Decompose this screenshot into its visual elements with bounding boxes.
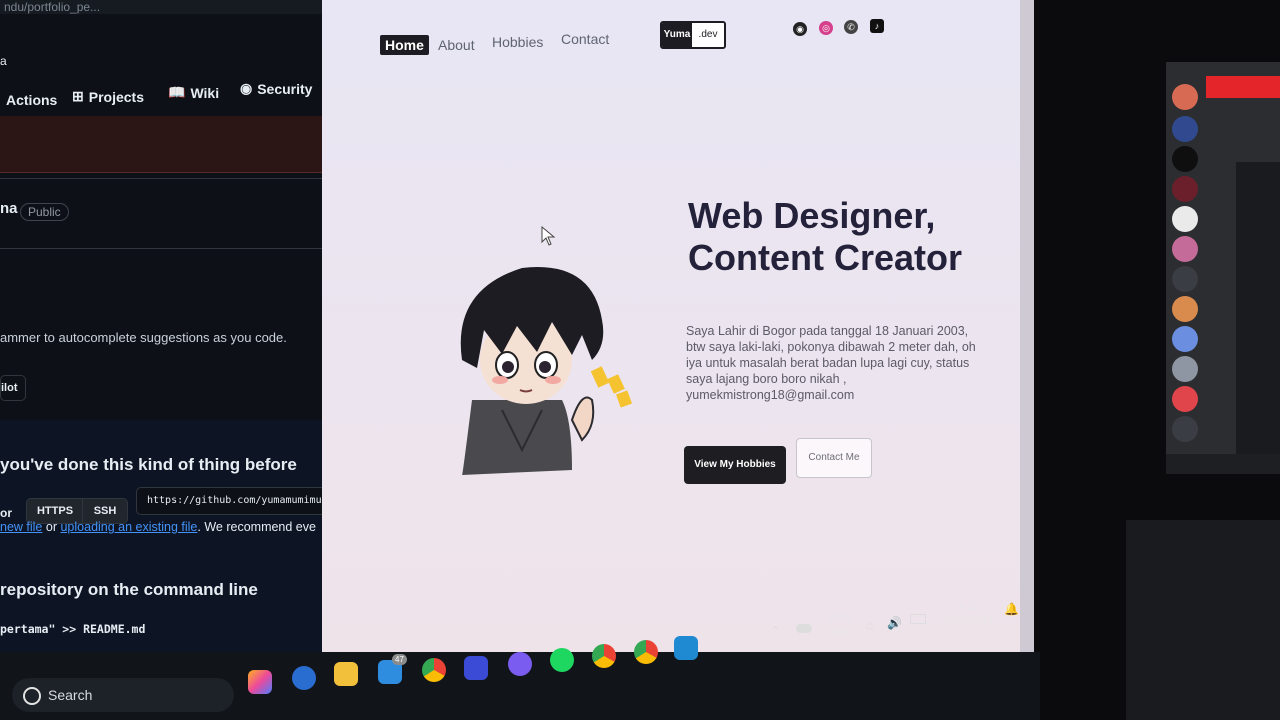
quick-setup-heading: you've done this kind of thing before — [0, 455, 297, 474]
discord-status-bar — [1166, 454, 1280, 474]
anime-character-illustration — [460, 267, 633, 476]
github-icon[interactable]: ◉ — [793, 22, 807, 36]
server-avatar[interactable] — [1172, 176, 1198, 202]
setup-links: new file or uploading an existing file. … — [0, 520, 330, 534]
server-avatar[interactable] — [1172, 386, 1198, 412]
language-label[interactable]: ENG — [830, 612, 852, 623]
hero-description: Saya Lahir di Bogor pada tanggal 18 Janu… — [686, 324, 976, 402]
copilot-message: ammer to autocomplete suggestions as you… — [0, 330, 287, 345]
contact-me-button[interactable]: Contact Me — [796, 438, 872, 478]
scrollbar[interactable] — [1020, 0, 1034, 652]
github-repo-window: ndu/portfolio_pe... a Actions ⊞ Projects… — [0, 0, 330, 672]
server-avatar[interactable] — [1172, 326, 1198, 352]
mail-badge: 47 — [392, 654, 407, 665]
clock-time: 4:11 — [958, 601, 978, 612]
server-avatar[interactable] — [1172, 146, 1198, 172]
tab-security-label: Security — [257, 80, 313, 97]
nav-home[interactable]: Home — [380, 35, 429, 55]
server-avatar[interactable] — [1172, 206, 1198, 232]
laptop-keyboard — [1126, 520, 1280, 720]
file-explorer-panel — [1236, 162, 1280, 474]
tab-actions[interactable]: Actions — [6, 92, 57, 108]
divider — [0, 248, 330, 249]
secondary-monitor — [1066, 0, 1280, 720]
whatsapp-icon[interactable]: ✆ — [844, 20, 858, 34]
chrome-icon[interactable] — [422, 658, 446, 682]
cmdline-heading: repository on the command line — [0, 580, 258, 599]
logo-name: Yuma — [662, 23, 692, 47]
repo-name: na — [0, 200, 18, 217]
tab-security[interactable]: ◉ Security — [240, 80, 312, 97]
command-line: pertama" >> README.md — [0, 622, 146, 636]
view-hobbies-button[interactable]: View My Hobbies — [684, 446, 786, 484]
nav-contact[interactable]: Contact — [561, 31, 609, 47]
app-icon[interactable] — [464, 656, 488, 680]
chevron-up-icon[interactable]: ⌃ — [770, 624, 780, 638]
portfolio-page: Home About Hobbies Contact Yuma .dev ◉ ◎… — [322, 0, 1034, 652]
server-avatar[interactable] — [1172, 236, 1198, 262]
tiktok-icon[interactable]: ♪ — [870, 19, 884, 33]
tab-wiki-label: Wiki — [190, 84, 220, 101]
windows-taskbar: Search 47 ⌃ ENG US ⌂ 🔊 4:11 03/11/2024 🔔 — [0, 601, 1040, 720]
divider — [0, 178, 330, 179]
mouse-pointer-icon — [541, 226, 556, 246]
warning-banner — [0, 116, 330, 173]
notification-bell-icon[interactable]: 🔔 — [1004, 602, 1019, 616]
search-icon — [23, 687, 41, 705]
clock[interactable]: 4:11 03/11/2024 — [940, 600, 996, 628]
server-avatar[interactable] — [1172, 416, 1198, 442]
discord-banner — [1206, 76, 1280, 98]
server-avatar[interactable] — [1172, 296, 1198, 322]
repo-tabs: Actions ⊞ Projects 📖 Wiki ◉ Security — [0, 80, 330, 116]
table-icon: ⊞ — [72, 88, 84, 104]
nav-hobbies[interactable]: Hobbies — [492, 34, 543, 50]
server-avatar[interactable] — [1172, 356, 1198, 382]
site-logo[interactable]: Yuma .dev — [660, 21, 726, 49]
server-avatar[interactable] — [1172, 116, 1198, 142]
shield-icon: ◉ — [240, 80, 253, 96]
copilot-icon[interactable] — [248, 670, 272, 694]
chrome-icon[interactable] — [634, 640, 658, 664]
tab-wiki[interactable]: 📖 Wiki — [168, 84, 219, 101]
visibility-badge: Public — [20, 203, 69, 221]
url-fragment: ndu/portfolio_pe... — [0, 0, 330, 14]
instagram-icon[interactable]: ◎ — [819, 21, 833, 35]
new-file-link[interactable]: new file — [0, 520, 42, 534]
recommend-text: . We recommend eve — [197, 520, 316, 534]
copilot-button[interactable]: ilot — [0, 375, 26, 401]
chrome-profile-icon[interactable] — [592, 644, 616, 668]
volume-icon[interactable]: 🔊 — [887, 616, 902, 630]
discord-icon[interactable] — [508, 652, 532, 676]
tab-projects[interactable]: ⊞ Projects — [72, 88, 144, 105]
taskbar-search-label: Search — [48, 687, 93, 703]
server-avatar[interactable] — [1172, 266, 1198, 292]
vscode-icon[interactable] — [674, 636, 698, 660]
server-avatar[interactable] — [1172, 84, 1198, 110]
or-label: or — [0, 506, 12, 520]
discord-window — [1166, 62, 1280, 474]
clock-date: 03/11/2024 — [943, 615, 993, 626]
tab-projects-label: Projects — [88, 88, 144, 105]
region-label[interactable]: US — [833, 626, 847, 637]
edge-icon[interactable] — [292, 666, 316, 690]
hero-title: Web Designer, Content Creator — [688, 195, 963, 278]
logo-domain: .dev — [692, 23, 724, 47]
tab-actions-label: Actions — [6, 92, 58, 108]
upload-file-link[interactable]: uploading an existing file — [60, 520, 197, 534]
clone-url-field[interactable]: https://github.com/yumamumimu... — [136, 487, 330, 515]
spotify-icon[interactable] — [550, 648, 574, 672]
book-icon: 📖 — [168, 84, 186, 100]
taskbar-search-box[interactable] — [12, 678, 234, 712]
repo-fragment: a — [0, 54, 7, 68]
network-icon[interactable]: ⌂ — [866, 618, 873, 632]
battery-icon[interactable] — [910, 614, 926, 624]
file-explorer-icon[interactable] — [334, 662, 358, 686]
or-text: or — [45, 520, 57, 534]
nav-about[interactable]: About — [438, 37, 475, 53]
onedrive-icon[interactable] — [796, 624, 812, 633]
